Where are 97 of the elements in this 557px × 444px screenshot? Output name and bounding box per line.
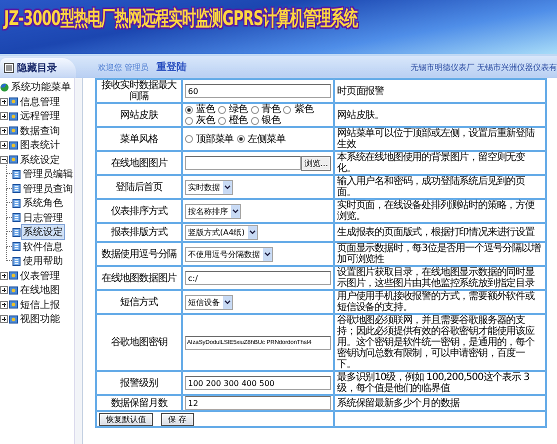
- setting-description: 实时页面，在线设备处排列测站时的策略，方便浏览。: [334, 199, 546, 223]
- welcome-text: 欢迎您 管理员: [98, 62, 149, 72]
- app-title: JZ-3000型热电厂热网远程实时监测GPRS计算机管理系统: [4, 6, 358, 32]
- dropdown[interactable]: 短信设备: [185, 294, 233, 310]
- folder-icon: [9, 112, 18, 121]
- tree-item[interactable]: 数据查询: [19, 124, 61, 138]
- tree-item[interactable]: 系统角色: [22, 196, 64, 210]
- setting-description: 页面显示数据时，每3位是否用一个逗号分隔以增加可浏览性: [334, 242, 546, 266]
- page-icon: [12, 256, 21, 266]
- tree-item[interactable]: 短信上报: [19, 298, 61, 312]
- setting-label: 报表排版方式: [96, 223, 182, 242]
- page-icon: [12, 228, 21, 237]
- tree-item[interactable]: 使用帮助: [22, 254, 64, 268]
- folder-icon: [9, 155, 18, 164]
- folder-icon: [9, 97, 18, 106]
- expander-icon[interactable]: [0, 98, 8, 106]
- dropdown[interactable]: 实时数据: [185, 180, 233, 194]
- setting-label: 登陆后首页: [96, 175, 182, 199]
- setting-description: 用户使用手机接收报警的方式，需要额外软件或短信设备的支持。: [334, 290, 546, 314]
- setting-label: 数据使用逗号分隔: [96, 242, 182, 266]
- tree-item[interactable]: 在线地图: [19, 283, 61, 298]
- setting-label: 菜单风格: [96, 127, 182, 151]
- setting-description: 本系统在线地图使用的背景图片，留空则无变化。: [334, 151, 546, 175]
- dropdown[interactable]: 竖版方式(A4纸): [185, 225, 258, 240]
- folder-icon: [9, 300, 18, 310]
- page-icon: [12, 213, 21, 222]
- setting-label: 仪表排序方式: [96, 199, 182, 223]
- expander-icon[interactable]: [0, 300, 8, 309]
- hide-menu-tab[interactable]: 隐藏目录: [0, 58, 76, 78]
- setting-description: 设置图片获取目录，在线地图显示数据的同时显示图片，这些图片由其他监控系统放到指定目录: [334, 266, 546, 290]
- company-text: 无锡市明德仪表厂 无锡市兴洲仪器仪表有: [410, 62, 557, 72]
- tree-item[interactable]: 视图功能: [19, 312, 61, 326]
- tree-item[interactable]: 仪表管理: [19, 268, 61, 283]
- folder-icon: [9, 314, 18, 324]
- tree-item[interactable]: 远程管理: [19, 109, 61, 124]
- text-field[interactable]: 12: [185, 396, 331, 410]
- radio-option[interactable]: 橙色: [218, 115, 248, 126]
- setting-label: 在线地图图片: [96, 151, 182, 175]
- radio-option[interactable]: 绿色: [218, 104, 248, 115]
- tree-item[interactable]: 系统设定: [22, 225, 64, 240]
- setting-label: 报警级别: [96, 371, 182, 395]
- tree-item[interactable]: 软件信息: [22, 240, 64, 254]
- setting-label: 接收实时数据最大间隔: [96, 79, 182, 103]
- setting-description: 网站菜单可以位于顶部或左侧，设置后重新登陆生效: [334, 127, 546, 151]
- tree-item[interactable]: 管理员查询: [22, 182, 74, 196]
- text-field[interactable]: c:/: [185, 271, 331, 285]
- radio-option[interactable]: 紫色: [283, 104, 314, 115]
- tree-item[interactable]: 管理员编辑: [22, 167, 74, 182]
- text-field[interactable]: 60: [185, 84, 331, 98]
- radio-option[interactable]: 灰色: [185, 115, 215, 126]
- setting-description: 输入用户名和密码，成功登陆系统后见到的页面。: [334, 175, 546, 199]
- tree-item[interactable]: 系统功能菜单: [10, 80, 72, 94]
- setting-label: 谷歌地图密钥: [96, 314, 182, 371]
- setting-label: 网站皮肤: [96, 103, 182, 127]
- restore-defaults-button[interactable]: 恢复默认值: [99, 412, 153, 426]
- radio-option[interactable]: 青色: [250, 104, 280, 115]
- expander-icon[interactable]: [0, 272, 8, 280]
- setting-description: 谷歌地图必须联网，并且需要谷歌服务器的支持；因此必须提供有效的谷歌密钥才能使用该应用。这个密钥是软件统一密钥，是通用的，每个密钥访问总数有限制，可以申请密钥，百度一下。: [334, 314, 546, 371]
- setting-label: 数据保留月数: [96, 395, 182, 411]
- expander-icon[interactable]: [0, 126, 8, 135]
- globe-icon: [0, 82, 9, 92]
- expander-icon[interactable]: [0, 286, 8, 294]
- expander-icon[interactable]: [0, 315, 8, 324]
- setting-description: 时页面报警: [334, 79, 546, 103]
- folder-icon: [9, 286, 18, 295]
- radio-option[interactable]: 蓝色: [185, 104, 215, 115]
- setting-label: 在线地图数据图片: [96, 266, 182, 290]
- radio-option[interactable]: 顶部菜单: [185, 134, 234, 144]
- expander-icon[interactable]: [0, 112, 8, 120]
- dropdown[interactable]: 不使用逗号分隔数据: [185, 246, 273, 262]
- folder-icon: [9, 271, 18, 280]
- expander-icon[interactable]: [0, 156, 8, 164]
- file-path-field[interactable]: [185, 156, 302, 170]
- folder-icon: [9, 126, 18, 136]
- expander-icon[interactable]: [0, 141, 8, 150]
- radio-option[interactable]: 银色: [250, 115, 280, 126]
- save-button[interactable]: 保 存: [161, 412, 194, 426]
- setting-description: 最多识别10级，例如 100,200,500这个表示 3级，每个值是他们的临界值: [334, 371, 546, 395]
- tree-item[interactable]: 系统设定: [19, 152, 61, 167]
- setting-description: 网站皮肤。: [334, 103, 546, 127]
- setting-description: 系统保留最新多少个月的数据: [334, 395, 546, 411]
- radio-option[interactable]: 左侧菜单: [236, 134, 286, 144]
- page-icon: [12, 170, 21, 179]
- tree-item[interactable]: 日志管理: [22, 210, 64, 225]
- tree-item[interactable]: 图表统计: [19, 138, 61, 152]
- browse-button[interactable]: 浏览...: [301, 156, 331, 170]
- relogin-link[interactable]: 重登陆: [156, 60, 187, 74]
- page-icon: [12, 198, 21, 208]
- setting-label: 短信方式: [96, 290, 182, 314]
- tree-item[interactable]: 信息管理: [19, 94, 61, 109]
- text-field[interactable]: 100 200 300 400 500: [185, 376, 331, 390]
- page-icon: [12, 242, 21, 252]
- page-icon: [12, 184, 21, 194]
- setting-description: 生成报表的页面版式，根据打印情况来进行设置: [334, 223, 546, 242]
- dropdown[interactable]: 按名称排序: [185, 204, 241, 218]
- folder-icon: [9, 140, 18, 150]
- list-icon: [4, 63, 14, 73]
